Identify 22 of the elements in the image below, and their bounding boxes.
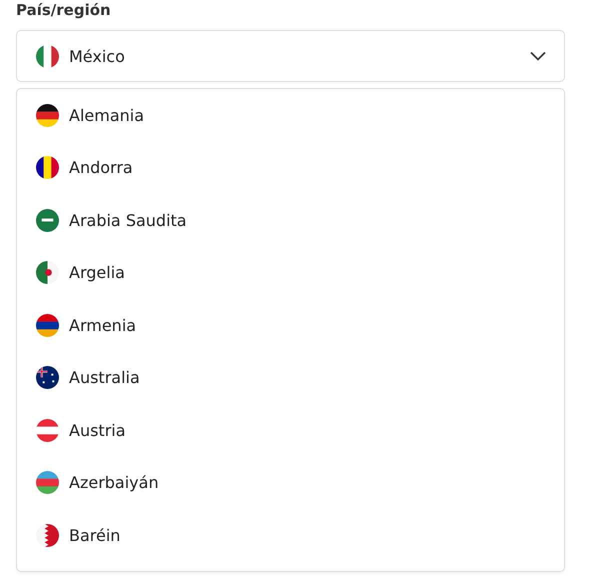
- flag-icon: [36, 471, 59, 494]
- country-option[interactable]: Andorra: [17, 142, 564, 194]
- flag-icon: [36, 524, 59, 547]
- country-option[interactable]: Australia: [17, 352, 564, 404]
- country-option[interactable]: Alemania: [17, 89, 564, 142]
- flag-icon: [36, 208, 59, 232]
- country-option[interactable]: Armenia: [17, 299, 564, 352]
- flag-icon: [36, 104, 59, 127]
- country-option[interactable]: Austria: [17, 404, 564, 456]
- country-option[interactable]: Azerbaiyán: [17, 456, 564, 509]
- flag-icon: [36, 261, 59, 284]
- flag-icon: [36, 418, 59, 442]
- country-option[interactable]: Baréin: [17, 509, 564, 562]
- chevron-icon: [530, 51, 546, 61]
- country-option[interactable]: Argelia: [17, 246, 564, 299]
- country-select[interactable]: México: [16, 30, 565, 82]
- flag-icon: [36, 366, 59, 390]
- flag-icon: [36, 156, 59, 180]
- flag-icon: [36, 44, 59, 68]
- flag-icon: [36, 314, 59, 337]
- field-label: País/región: [16, 0, 112, 21]
- country-option[interactable]: Arabia Saudita: [17, 194, 564, 246]
